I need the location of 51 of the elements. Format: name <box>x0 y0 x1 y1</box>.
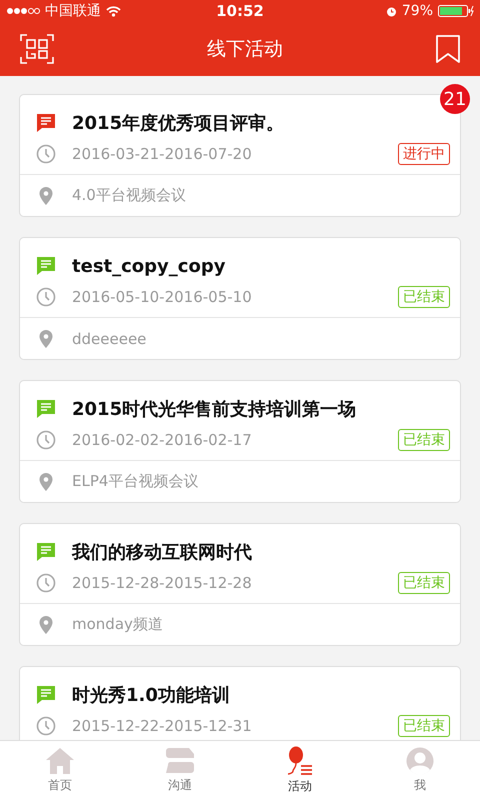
status-tag: 已结束 <box>398 715 450 737</box>
date-range: 2016-05-10-2016-05-10 <box>72 288 253 306</box>
user-avatar-icon <box>405 747 435 775</box>
clock-icon <box>36 430 56 450</box>
message-icon <box>36 542 56 562</box>
activity-card[interactable]: 我们的移动互联网时代 2015-12-28-2015-12-28 已结束 monday频道 <box>19 523 461 646</box>
clock-icon <box>36 573 56 593</box>
status-tag: 已结束 <box>398 286 450 308</box>
wifi-icon <box>106 6 121 16</box>
count-badge: 21 <box>440 84 470 114</box>
location: 4.0平台视频会议 <box>72 186 186 205</box>
date-range: 2016-02-02-2016-02-17 <box>72 431 253 449</box>
message-icon <box>36 399 56 419</box>
date-range: 2015-12-22-2015-12-31 <box>72 717 253 735</box>
house-icon <box>45 747 75 775</box>
message-icon <box>36 685 56 705</box>
activity-title: 我们的移动互联网时代 <box>72 541 252 564</box>
tab-item[interactable]: 沟通 <box>120 741 240 800</box>
clock-icon <box>36 144 56 164</box>
activity-title: 时光秀1.0功能培训 <box>72 684 230 707</box>
page-title: 线下活动 <box>207 37 283 62</box>
status-tag: 已结束 <box>398 572 450 594</box>
activity-card[interactable]: 时光秀1.0功能培训 2015-12-22-2015-12-31 已结束 <box>19 666 461 740</box>
date-range: 2015-12-28-2015-12-28 <box>72 574 253 592</box>
status-tag: 已结束 <box>398 429 450 451</box>
activity-title: test_copy_copy <box>72 256 226 276</box>
clock-icon <box>36 716 56 736</box>
activity-title: 2015年度优秀项目评审。 <box>72 112 284 135</box>
location: monday频道 <box>72 615 163 634</box>
message-icon <box>36 113 56 133</box>
clock-icon <box>36 287 56 307</box>
alarm-icon <box>386 6 397 16</box>
clock-time: 10:52 <box>216 2 264 20</box>
tab-item[interactable]: 首页 <box>0 741 120 800</box>
signal-icon <box>6 7 40 15</box>
tab-item[interactable]: 活动 <box>240 741 360 800</box>
chat-bubbles-icon <box>165 747 195 775</box>
location: ddeeeeee <box>72 330 146 348</box>
status-tag: 进行中 <box>398 143 450 165</box>
bookmark-icon[interactable] <box>436 35 460 63</box>
battery-icon <box>438 5 474 17</box>
qr-scan-icon[interactable] <box>20 34 54 64</box>
message-icon <box>36 256 56 276</box>
location: ELP4平台视频会议 <box>72 472 198 491</box>
activity-card[interactable]: test_copy_copy 2016-05-10-2016-05-10 已结束 ddeeeeee <box>19 237 461 360</box>
tab-item[interactable]: 我 <box>360 741 480 800</box>
activity-title: 2015时代光华售前支持培训第一场 <box>72 398 356 421</box>
activity-card[interactable]: 2015时代光华售前支持培训第一场 2016-02-02-2016-02-17 已结束 ELP4平台视频会议 <box>19 380 461 503</box>
battery-percent: 79% <box>402 3 433 19</box>
date-range: 2016-03-21-2016-07-20 <box>72 145 253 163</box>
carrier: 中国联通 <box>45 2 101 20</box>
